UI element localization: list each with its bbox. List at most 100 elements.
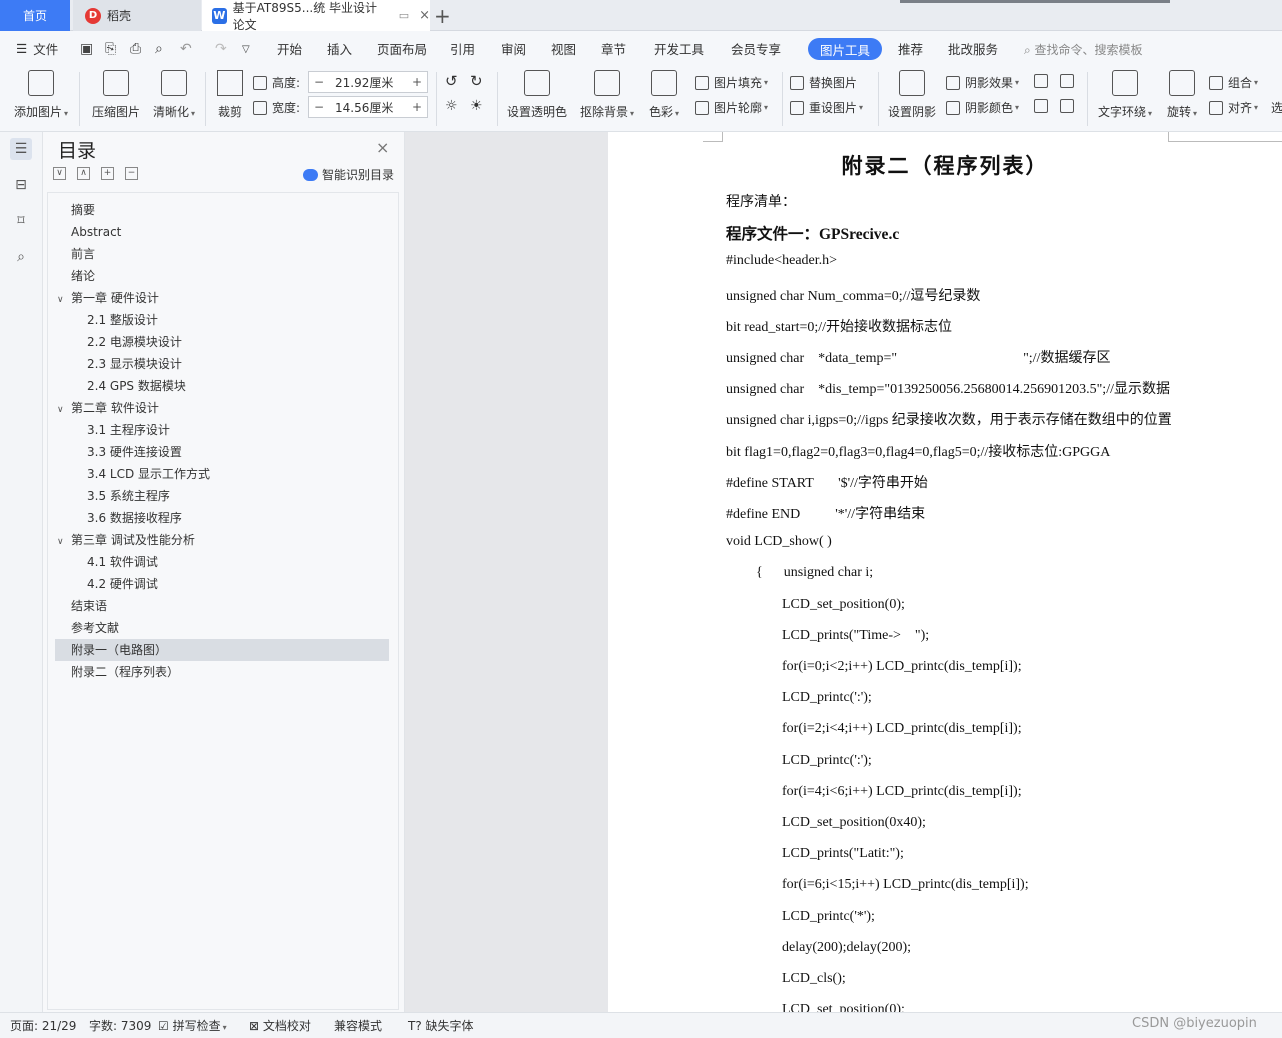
height-decrease-button[interactable]: −	[309, 75, 329, 89]
toc-item[interactable]: ∨ 第三章 调试及性能分析	[55, 529, 389, 551]
proofread-button[interactable]: ⊠ 文档校对	[249, 1013, 311, 1038]
sharpen-button[interactable]: 清晰化 ▾	[150, 70, 198, 120]
toc-item[interactable]: 2.4 GPS 数据模块	[55, 375, 389, 397]
redo-icon[interactable]: ↷	[215, 41, 227, 57]
shadow-right-icon[interactable]	[1060, 99, 1079, 113]
group-button[interactable]: 组合 ▾	[1209, 74, 1258, 91]
width-increase-button[interactable]: +	[407, 100, 427, 114]
set-transparent-color-button[interactable]: 设置透明色	[505, 70, 569, 120]
toc-item[interactable]: 3.5 系统主程序	[55, 485, 389, 507]
remove-heading-icon[interactable]: −	[125, 167, 138, 180]
quick-access-dropdown-icon[interactable]: ▽	[242, 44, 250, 55]
width-input[interactable]: − 14.56厘米 +	[308, 96, 428, 118]
new-tab-button[interactable]: +	[434, 4, 451, 28]
close-icon[interactable]: ×	[376, 138, 389, 157]
tab-docer[interactable]: D 稻壳	[73, 0, 201, 31]
add-heading-icon[interactable]: +	[101, 167, 114, 180]
smart-toc-button[interactable]: 智能识别目录	[303, 166, 394, 183]
tab-home[interactable]: 首页	[0, 0, 70, 31]
toc-item[interactable]: 2.1 整版设计	[55, 309, 389, 331]
export-pdf-icon[interactable]: ⎘	[105, 41, 116, 57]
toc-item[interactable]: 2.3 显示模块设计	[55, 353, 389, 375]
toc-item[interactable]: ∨ 第二章 软件设计	[55, 397, 389, 419]
width-value[interactable]: 14.56厘米	[329, 99, 407, 116]
color-button[interactable]: 色彩 ▾	[645, 70, 683, 120]
toc-item[interactable]: 4.1 软件调试	[55, 551, 389, 573]
close-icon[interactable]: ×	[419, 8, 430, 23]
word-count[interactable]: 字数: 7309	[89, 1013, 151, 1038]
command-search[interactable]: ⌕ 查找命令、搜索模板	[1024, 41, 1143, 58]
menu-picture-tools[interactable]: 图片工具	[808, 38, 883, 60]
brightness-icon[interactable]: ☼	[445, 98, 458, 114]
menu-page-layout[interactable]: 页面布局	[377, 31, 427, 66]
menu-member[interactable]: 会员专享	[731, 31, 781, 66]
toc-item[interactable]: 结束语	[55, 595, 389, 617]
menu-start[interactable]: 开始	[277, 31, 302, 66]
rotate-button[interactable]: 旋转 ▾	[1164, 70, 1200, 120]
document-page[interactable]: 附录二（程序列表） 程序清单： 程序文件一：GPSrecive.c #include…	[608, 132, 1282, 1012]
rotate-left-icon[interactable]: ↺	[445, 72, 458, 90]
chevron-down-icon[interactable]: ∨	[57, 531, 71, 553]
compress-picture-button[interactable]: 压缩图片	[90, 70, 142, 120]
remove-background-button[interactable]: 抠除背景 ▾	[577, 70, 637, 120]
toc-item[interactable]: 2.2 电源模块设计	[55, 331, 389, 353]
undo-icon[interactable]: ↶	[180, 41, 192, 57]
bookmark-icon[interactable]: ⌑	[10, 210, 32, 232]
shadow-left-icon[interactable]	[1034, 99, 1053, 113]
expand-up-icon[interactable]: ∧	[77, 167, 90, 180]
save-icon[interactable]: ▣	[80, 41, 93, 57]
search-icon[interactable]: ⌕	[10, 246, 32, 268]
page-indicator[interactable]: 页面: 21/29	[10, 1013, 76, 1038]
menu-chapter[interactable]: 章节	[601, 31, 626, 66]
toc-item[interactable]: 3.4 LCD 显示工作方式	[55, 463, 389, 485]
replace-picture-button[interactable]: 替换图片	[790, 74, 857, 91]
spell-check-button[interactable]: ☑ 拼写检查 ▾	[158, 1013, 227, 1038]
shadow-effect-button[interactable]: 阴影效果 ▾	[946, 74, 1019, 91]
file-menu[interactable]: ☰ 文件	[16, 31, 58, 66]
crop-button[interactable]: 裁剪	[213, 70, 247, 120]
toc-item[interactable]: 4.2 硬件调试	[55, 573, 389, 595]
toc-item[interactable]: 3.6 数据接收程序	[55, 507, 389, 529]
toc-item[interactable]: 摘要	[55, 199, 389, 221]
chevron-down-icon[interactable]: ∨	[57, 399, 71, 421]
toc-item[interactable]: 参考文献	[55, 617, 389, 639]
monitor-icon[interactable]: ▭	[399, 9, 409, 22]
menu-references[interactable]: 引用	[450, 31, 475, 66]
width-decrease-button[interactable]: −	[309, 100, 329, 114]
height-increase-button[interactable]: +	[407, 75, 427, 89]
set-shadow-button[interactable]: 设置阴影	[886, 70, 938, 120]
height-value[interactable]: 21.92厘米	[329, 74, 407, 91]
toc-icon[interactable]: ☰	[10, 138, 32, 160]
rotate-right-icon[interactable]: ↻	[470, 72, 483, 90]
toc-item[interactable]: 前言	[55, 243, 389, 265]
toc-item[interactable]: ∨ 第一章 硬件设计	[55, 287, 389, 309]
add-picture-button[interactable]: 添加图片 ▾	[10, 70, 72, 120]
toc-item[interactable]: 绪论	[55, 265, 389, 287]
shadow-up-icon[interactable]	[1034, 74, 1053, 88]
tab-document[interactable]: W 基于AT89S5...统 毕业设计论文 ▭ ×	[202, 0, 430, 32]
picture-outline-button[interactable]: 图片轮廓 ▾	[695, 99, 768, 116]
chevron-down-icon[interactable]: ∨	[57, 289, 71, 311]
height-input[interactable]: − 21.92厘米 +	[308, 71, 428, 93]
collapse-all-icon[interactable]: ∨	[53, 167, 66, 180]
print-icon[interactable]: ⎙	[130, 41, 141, 57]
menu-review[interactable]: 审阅	[501, 31, 526, 66]
menu-view[interactable]: 视图	[551, 31, 576, 66]
toc-item[interactable]: 附录一（电路图）	[55, 639, 389, 661]
shadow-down-icon[interactable]	[1060, 74, 1079, 88]
select-pane-button[interactable]: 选	[1271, 99, 1282, 116]
picture-fill-button[interactable]: 图片填充 ▾	[695, 74, 768, 91]
text-wrap-button[interactable]: 文字环绕 ▾	[1095, 70, 1155, 120]
chapter-nav-icon[interactable]: ⊟	[10, 174, 32, 196]
toc-item[interactable]: Abstract	[55, 221, 389, 243]
missing-font-button[interactable]: T? 缺失字体	[408, 1013, 474, 1038]
shadow-color-button[interactable]: 阴影颜色 ▾	[946, 99, 1019, 116]
toc-item[interactable]: 3.1 主程序设计	[55, 419, 389, 441]
align-button[interactable]: 对齐 ▾	[1209, 99, 1258, 116]
menu-developer[interactable]: 开发工具	[654, 31, 704, 66]
reset-picture-button[interactable]: 重设图片 ▾	[790, 99, 863, 116]
toc-item[interactable]: 3.3 硬件连接设置	[55, 441, 389, 463]
menu-insert[interactable]: 插入	[327, 31, 352, 66]
menu-recommend[interactable]: 推荐	[898, 31, 923, 66]
print-preview-icon[interactable]: ⌕	[155, 41, 163, 57]
